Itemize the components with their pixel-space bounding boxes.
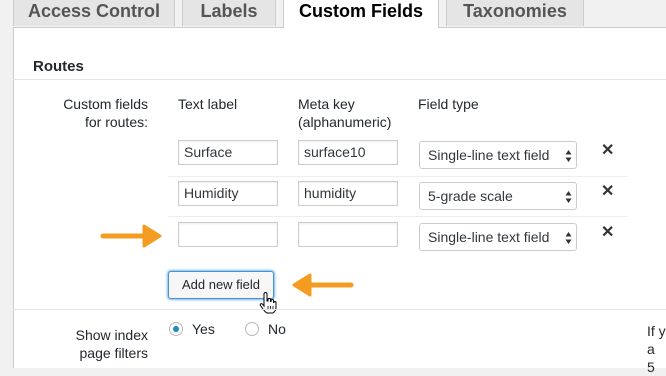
section-divider <box>13 79 666 80</box>
index-filters-label-line2: page filters <box>79 345 148 361</box>
orange-arrow-left-icon <box>292 273 354 297</box>
section-divider <box>13 309 666 310</box>
tab-bar: Access Control Labels Custom Fields Taxo… <box>0 0 666 28</box>
tab-custom-fields[interactable]: Custom Fields <box>283 0 439 28</box>
header-meta-key-line2: (alphanumeric) <box>298 114 392 130</box>
help-text-cutoff: If y a 5 <box>647 322 666 376</box>
select-updown-arrows-icon <box>565 150 572 162</box>
radio-selected-dot <box>173 326 179 332</box>
radio-yes[interactable] <box>169 322 183 336</box>
field-type-value: Single-line text field <box>428 147 550 163</box>
index-filters-label: Show index page filters <box>40 326 148 362</box>
tab-taxonomies[interactable]: Taxonomies <box>446 0 584 26</box>
select-updown-arrows-icon <box>565 191 572 203</box>
row-label-line2: for routes: <box>84 114 148 130</box>
field-type-value: Single-line text field <box>428 229 550 245</box>
tab-labels[interactable]: Labels <box>182 0 276 26</box>
radio-no-label[interactable]: No <box>268 321 286 337</box>
remove-field-icon[interactable]: ✕ <box>601 143 614 159</box>
remove-field-icon[interactable]: ✕ <box>601 184 614 200</box>
row-separator <box>168 216 628 217</box>
orange-arrow-right-icon <box>100 224 162 248</box>
header-text-label: Text label <box>178 96 238 112</box>
field-type-value: 5-grade scale <box>428 188 513 204</box>
meta-key-input[interactable]: surface10 <box>298 140 398 165</box>
meta-key-input[interactable]: humidity <box>298 181 398 206</box>
custom-fields-row-label: Custom fields for routes: <box>40 95 148 131</box>
radio-yes-label[interactable]: Yes <box>192 321 215 337</box>
field-type-select[interactable]: 5-grade scale <box>419 182 577 210</box>
select-updown-arrows-icon <box>565 232 572 244</box>
meta-key-input[interactable] <box>298 222 398 247</box>
row-separator <box>168 176 628 177</box>
remove-field-icon[interactable]: ✕ <box>601 225 614 241</box>
header-meta-key-line1: Meta key <box>298 96 355 112</box>
text-label-input[interactable]: Humidity <box>178 181 278 206</box>
header-field-type: Field type <box>418 96 479 112</box>
text-label-input[interactable] <box>178 222 278 247</box>
text-label-input[interactable]: Surface <box>178 140 278 165</box>
header-meta-key: Meta key (alphanumeric) <box>298 95 391 131</box>
tab-access-control[interactable]: Access Control <box>13 0 175 26</box>
field-type-select[interactable]: Single-line text field <box>419 223 577 251</box>
field-type-select[interactable]: Single-line text field <box>419 141 577 169</box>
help-text-line1: If y <box>647 323 666 339</box>
hand-pointer-cursor-icon <box>259 292 277 314</box>
row-label-line1: Custom fields <box>63 96 148 112</box>
help-text-line2: a 5 <box>647 341 655 375</box>
index-filters-label-line1: Show index <box>75 327 148 343</box>
section-title: Routes <box>33 58 84 75</box>
radio-no[interactable] <box>245 322 259 336</box>
